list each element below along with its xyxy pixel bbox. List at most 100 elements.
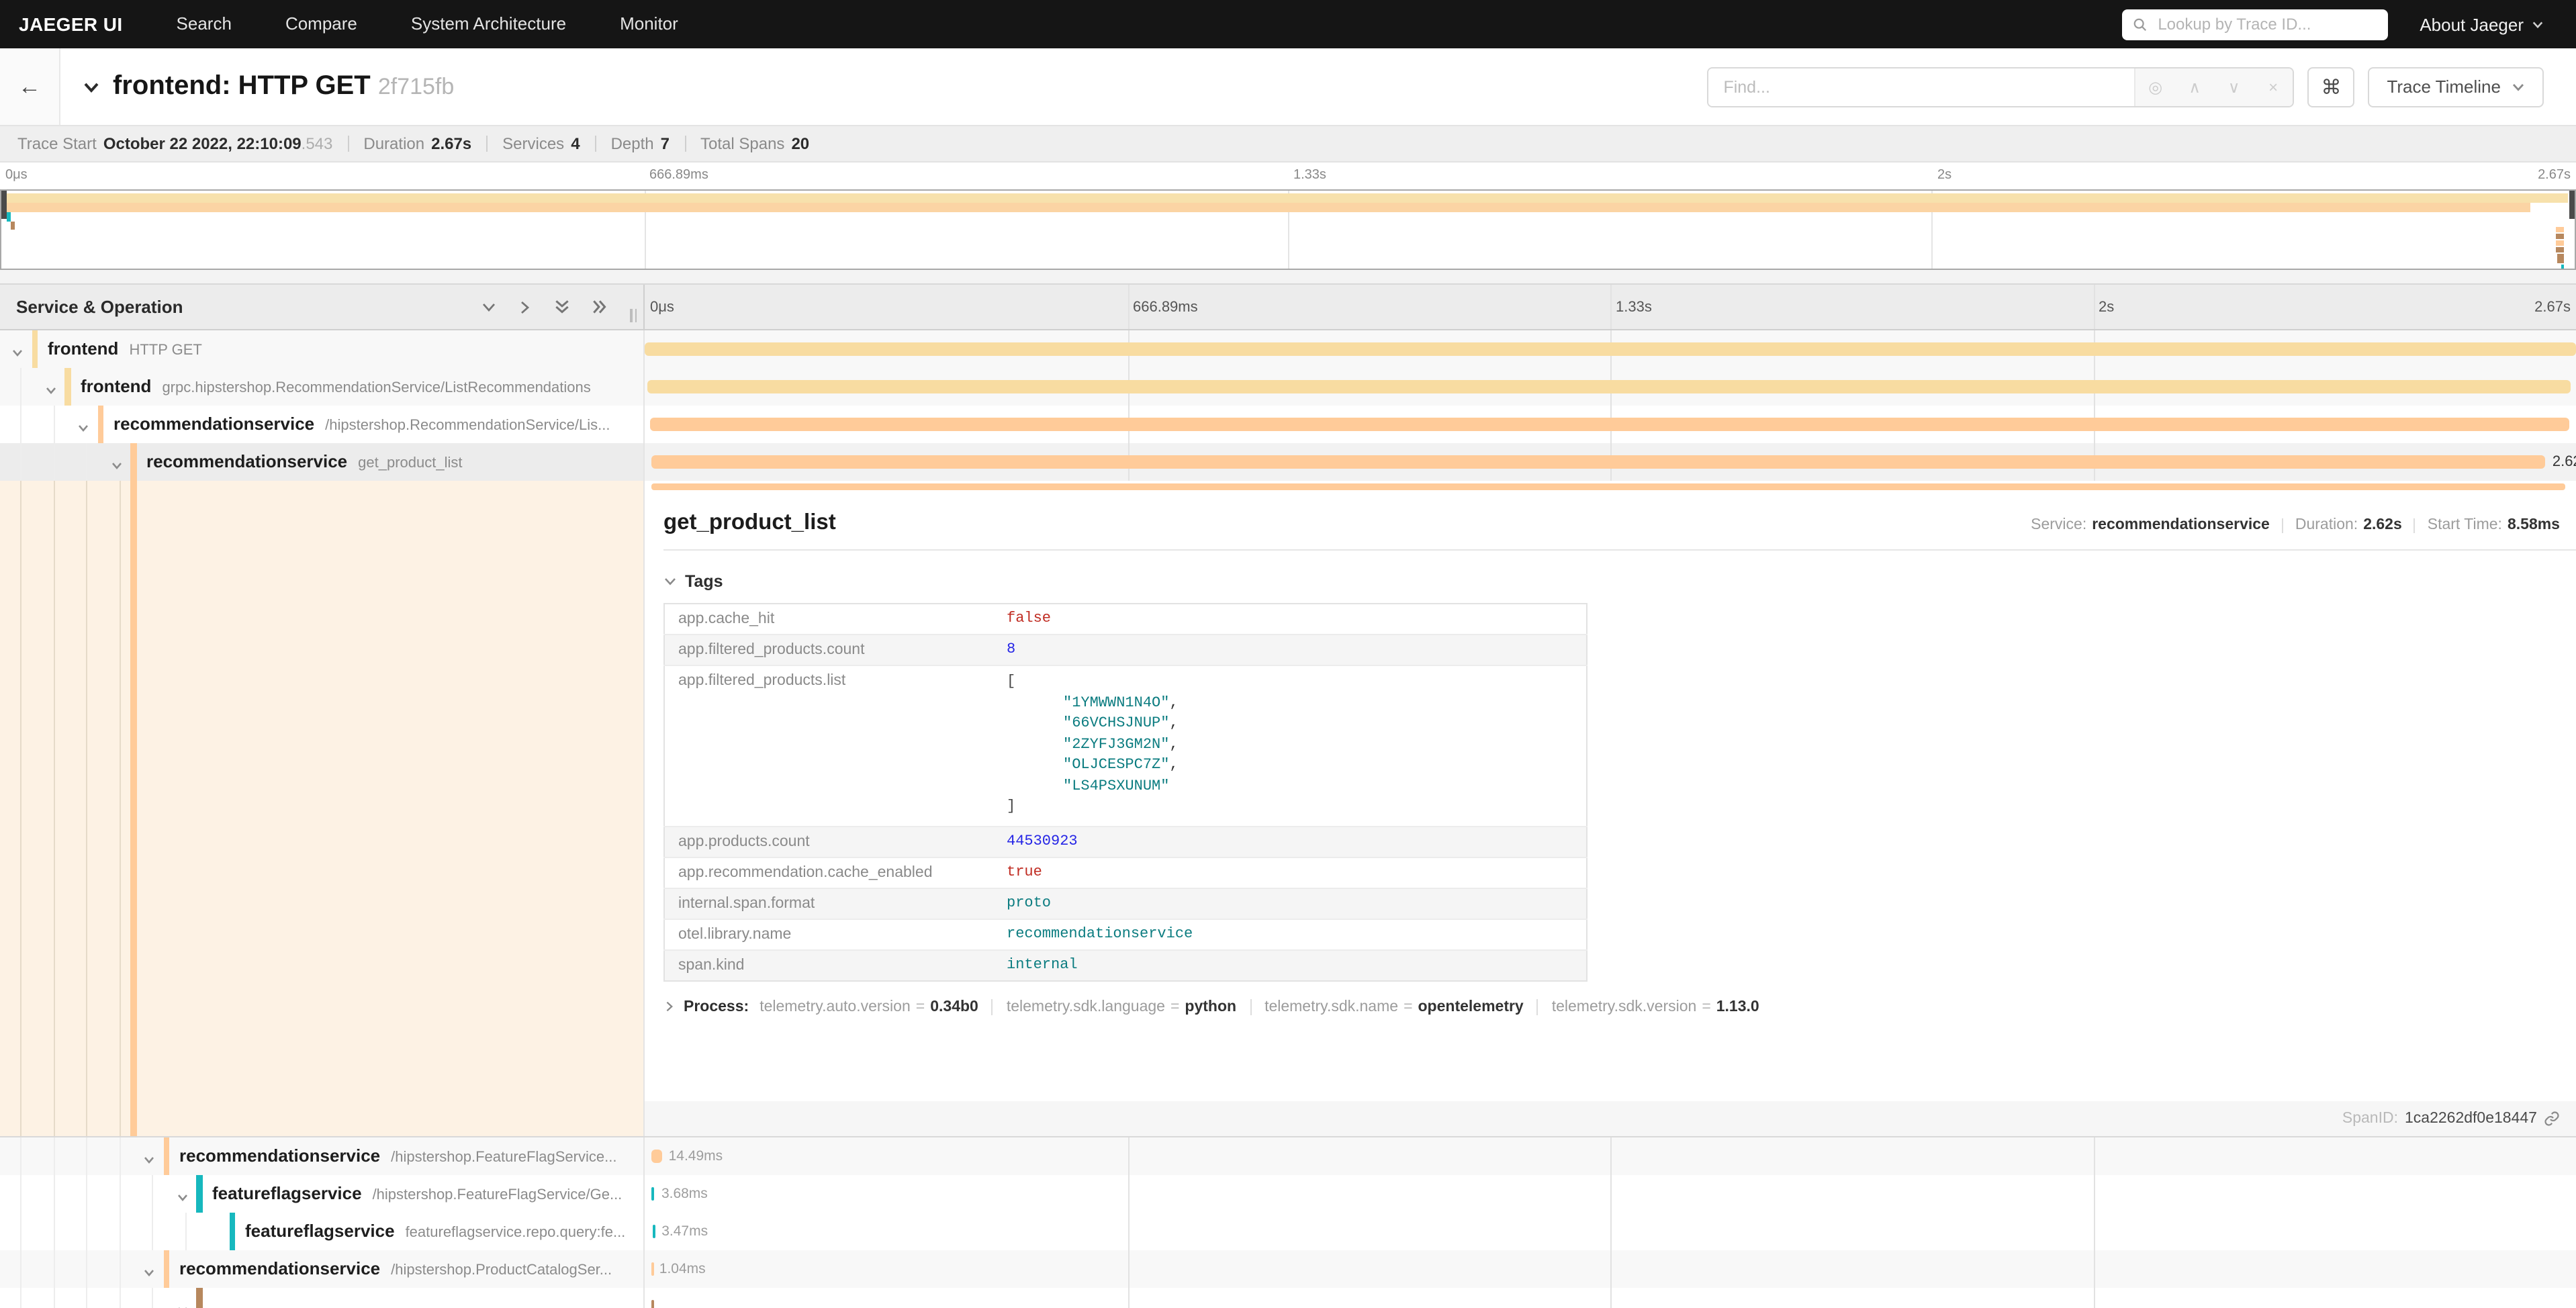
nav-item-monitor[interactable]: Monitor	[620, 13, 678, 34]
span-duration-bar[interactable]	[651, 455, 2545, 469]
tag-row[interactable]: app.filtered_products.count8	[664, 635, 1587, 665]
service-color-bar	[229, 1213, 235, 1250]
span-row-tree-cell[interactable]: frontendgrpc.hipstershop.RecommendationS…	[0, 368, 645, 406]
span-collapse-chevron-icon[interactable]	[175, 1187, 189, 1201]
span-row[interactable]: recommendationservice/hipstershop.Produc…	[0, 1250, 2576, 1288]
span-row[interactable]: frontendHTTP GET	[0, 330, 2576, 368]
nav-item-system-architecture[interactable]: System Architecture	[411, 13, 566, 34]
find-next-button[interactable]: ∨	[2214, 68, 2254, 105]
back-button[interactable]: ←	[0, 48, 60, 125]
span-row-labels: recommendationserviceget_product_list	[146, 450, 463, 474]
span-row-timeline-cell[interactable]: 3.47ms	[645, 1213, 2576, 1250]
span-row-timeline-cell[interactable]: 14.49ms	[645, 1137, 2576, 1175]
find-prev-button[interactable]: ∧	[2175, 68, 2215, 105]
tag-row[interactable]: span.kindinternal	[664, 949, 1587, 980]
link-icon[interactable]	[2544, 1111, 2560, 1127]
span-duration-bar[interactable]	[653, 1225, 655, 1238]
minimap-scrubber-left[interactable]	[1, 191, 7, 219]
expand-one-icon[interactable]	[517, 299, 533, 315]
span-row[interactable]: recommendationservice/hipstershop.Featur…	[0, 1137, 2576, 1175]
trace-view-label: Trace Timeline	[2387, 77, 2501, 97]
minimap-span-bar	[3, 202, 2530, 212]
expand-all-icon[interactable]	[591, 298, 608, 316]
tag-row[interactable]: app.recommendation.cache_enabledtrue	[664, 857, 1587, 888]
chevron-down-icon	[2532, 18, 2544, 30]
summary-label: Depth	[611, 134, 654, 153]
span-row[interactable]: frontendgrpc.hipstershop.RecommendationS…	[0, 368, 2576, 406]
indent-guide	[119, 1288, 120, 1308]
tag-key: internal.span.format	[664, 888, 993, 919]
find-input[interactable]	[1708, 68, 2134, 105]
span-row-tree-cell[interactable]: recommendationservice/hipstershop.Featur…	[0, 1137, 645, 1175]
tags-section-header[interactable]: Tags	[663, 572, 2576, 591]
span-collapse-chevron-icon[interactable]	[142, 1150, 156, 1163]
find-highlight-button[interactable]: ◎	[2135, 68, 2175, 105]
span-collapse-chevron-icon[interactable]	[44, 380, 57, 393]
collapse-one-icon[interactable]	[481, 299, 497, 315]
minimap-canvas[interactable]	[0, 189, 2576, 270]
collapse-all-icon[interactable]	[553, 298, 571, 316]
tag-row[interactable]: otel.library.namerecommendationservice	[664, 919, 1587, 949]
span-row[interactable]: featureflagservicefeatureflagservice.rep…	[0, 1213, 2576, 1250]
span-row-tree-cell[interactable]: recommendationservice/hipstershop.Recomm…	[0, 406, 645, 443]
span-row-timeline-cell[interactable]	[645, 330, 2576, 368]
tag-row[interactable]: app.filtered_products.list["1YMWWN1N4O",…	[664, 665, 1587, 826]
trace-id-lookup-input[interactable]	[2155, 13, 2377, 35]
span-collapse-chevron-icon[interactable]	[142, 1262, 156, 1276]
span-collapse-chevron-icon[interactable]	[11, 342, 24, 356]
span-row-tree-cell[interactable]: recommendationserviceget_product_list	[0, 443, 645, 481]
collapse-trace-chevron-icon[interactable]	[82, 77, 101, 96]
span-row-timeline-cell[interactable]: 3.68ms	[645, 1175, 2576, 1213]
about-jaeger-menu[interactable]: About Jaeger	[2420, 14, 2544, 34]
indent-guide	[119, 481, 120, 1136]
nav-item-search[interactable]: Search	[177, 13, 232, 34]
span-duration-bar[interactable]	[647, 380, 2570, 393]
tag-row[interactable]: internal.span.formatproto	[664, 888, 1587, 919]
span-rows-below: recommendationservice/hipstershop.Featur…	[0, 1137, 2576, 1308]
keyboard-shortcuts-button[interactable]: ⌘	[2307, 66, 2354, 107]
span-row[interactable]: recommendationserviceget_product_list 2.6…	[0, 443, 2576, 481]
trace-view-selector[interactable]: Trace Timeline	[2368, 66, 2544, 107]
span-collapse-chevron-icon[interactable]	[175, 1300, 189, 1308]
span-duration-bar[interactable]	[645, 342, 2576, 356]
span-row-tree-cell[interactable]: recommendationservice/hipstershop.Produc…	[0, 1250, 645, 1288]
span-duration-bar[interactable]	[651, 1150, 662, 1163]
span-duration-label: 3.47ms	[661, 1223, 708, 1240]
span-row-tree-cell[interactable]: featureflagservicefeatureflagservice.rep…	[0, 1213, 645, 1250]
tags-title: Tags	[685, 572, 723, 591]
span-row[interactable]: recommendationservice/hipstershop.Recomm…	[0, 406, 2576, 443]
span-row-tree-cell[interactable]: frontendHTTP GET	[0, 330, 645, 368]
column-resize-grip[interactable]	[630, 309, 637, 322]
indent-guide	[20, 481, 21, 1136]
span-duration-bar[interactable]	[649, 418, 2569, 431]
process-section-header[interactable]: Process: telemetry.auto.version=0.34b0te…	[663, 998, 2576, 1015]
span-row-timeline-cell[interactable]	[645, 368, 2576, 406]
span-duration-bar[interactable]	[651, 1262, 653, 1276]
find-clear-button[interactable]: ×	[2254, 68, 2293, 105]
app-brand[interactable]: JAEGER UI	[19, 13, 123, 35]
span-duration-bar[interactable]	[652, 1300, 654, 1308]
span-row-timeline-cell[interactable]	[645, 406, 2576, 443]
ruler-gridline	[1610, 285, 1612, 329]
span-id-strip: SpanID: 1ca2262df0e18447	[645, 1101, 2576, 1136]
tag-value-text: true	[1007, 864, 1042, 880]
nav-item-compare[interactable]: Compare	[285, 13, 357, 34]
tag-row[interactable]: app.cache_hitfalse	[664, 604, 1587, 635]
span-row-timeline-cell[interactable]: 1.04ms	[645, 1250, 2576, 1288]
trace-id-lookup[interactable]	[2121, 9, 2387, 40]
span-collapse-chevron-icon[interactable]	[77, 418, 90, 431]
span-collapse-chevron-icon[interactable]	[109, 455, 123, 469]
selected-span-bar[interactable]	[651, 483, 2565, 489]
span-row-timeline-cell[interactable]: 2.62s	[645, 443, 2576, 481]
indent-guide	[119, 1175, 120, 1213]
span-duration-bar[interactable]	[652, 1187, 655, 1201]
span-row[interactable]	[0, 1288, 2576, 1308]
span-row-timeline-cell[interactable]	[645, 1288, 2576, 1308]
span-row[interactable]: featureflagservice/hipstershop.FeatureFl…	[0, 1175, 2576, 1213]
minimap-scrubber-right[interactable]	[2569, 191, 2575, 219]
span-row-tree-cell[interactable]	[0, 1288, 645, 1308]
list-item-string: "LS4PSXUNUM"	[1063, 778, 1169, 794]
span-row-tree-cell[interactable]: featureflagservice/hipstershop.FeatureFl…	[0, 1175, 645, 1213]
tag-row[interactable]: app.products.count44530923	[664, 826, 1587, 857]
trace-id-short: 2f715fb	[378, 74, 454, 99]
